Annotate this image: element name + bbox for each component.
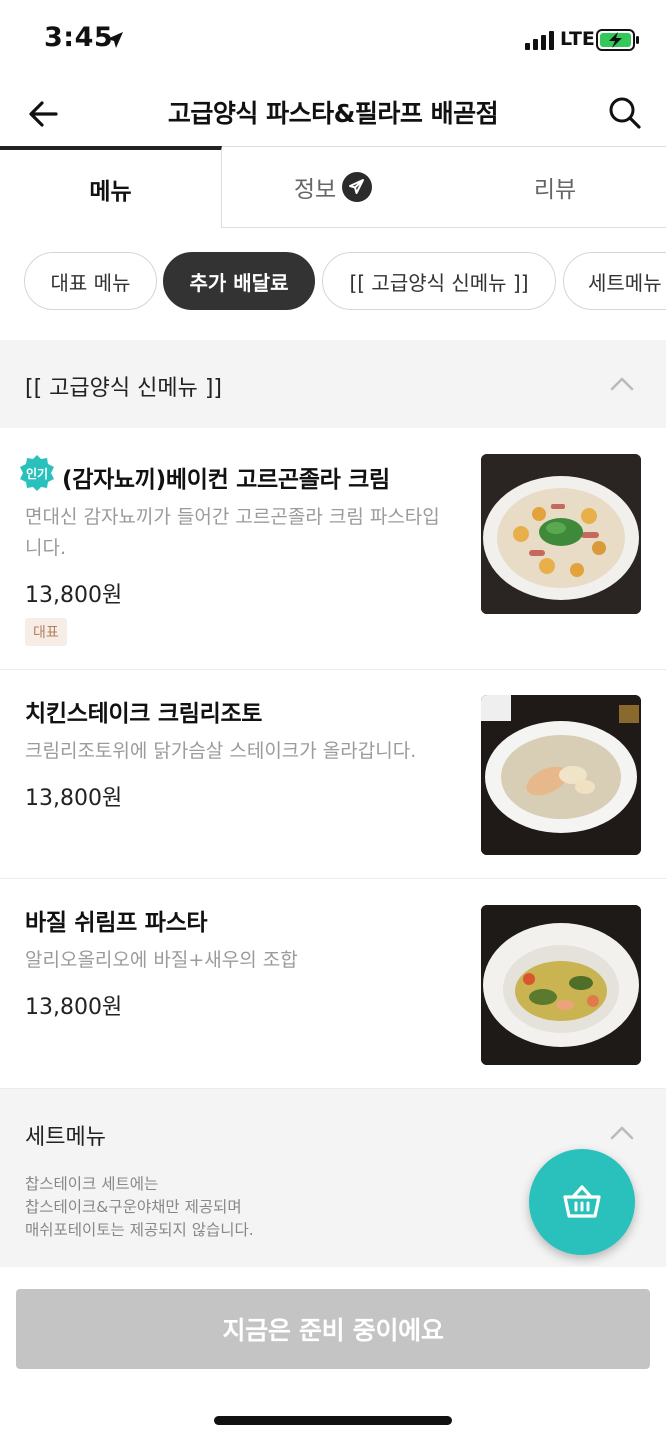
- menu-item-description: 크림리조토위에 닭가슴살 스테이크가 올라갑니다.: [25, 740, 417, 762]
- tab-menu-label: 메뉴: [89, 179, 132, 205]
- store-tabs: 메뉴 정보 리뷰: [0, 146, 666, 228]
- chip-new-menu[interactable]: [[ 고급양식 신메뉴 ]]: [322, 252, 556, 310]
- chip-representative-menu[interactable]: 대표 메뉴: [24, 252, 157, 310]
- status-bar: 3:45 LTE: [0, 0, 666, 80]
- popular-badge-label: 인기: [25, 467, 49, 481]
- menu-item-photo: [481, 905, 641, 1065]
- menu-item-name: (감자뇨끼)베이컨 고르곤졸라 크림: [62, 467, 390, 493]
- battery-charging-icon: [596, 29, 639, 51]
- search-button[interactable]: [602, 90, 650, 138]
- status-time: 3:45: [44, 22, 114, 53]
- menu-item-description: 면대신 감자뇨끼가 들어간 고르곤졸라 크림 파스타입니다.: [25, 506, 440, 559]
- section-header-new-menu[interactable]: [[ 고급양식 신메뉴 ]]: [0, 340, 666, 428]
- menu-item[interactable]: 치킨스테이크 크림리조토 크림리조토위에 닭가슴살 스테이크가 올라갑니다. 1…: [0, 670, 666, 879]
- menu-item-price: 13,800원: [25, 786, 123, 811]
- menu-item[interactable]: 바질 쉬림프 파스타 알리오올리오에 바질+새우의 조합 13,800원: [0, 879, 666, 1089]
- representative-tag: 대표: [25, 618, 67, 646]
- set-menu-title: 세트메뉴: [25, 1125, 106, 1150]
- search-icon: [609, 97, 641, 129]
- chip-set-menu[interactable]: 세트메뉴: [563, 252, 666, 310]
- tab-info[interactable]: 정보: [222, 146, 444, 228]
- chevron-up-icon: [610, 1126, 634, 1140]
- menu-item-name: 바질 쉬림프 파스타: [25, 910, 208, 936]
- tab-review-label: 리뷰: [533, 177, 577, 203]
- location-arrow-icon: [107, 32, 123, 48]
- set-menu-note-line: 찹스테이크 세트에는: [25, 1175, 159, 1193]
- tab-review[interactable]: 리뷰: [444, 146, 666, 228]
- tab-menu[interactable]: 메뉴: [0, 146, 222, 228]
- category-chips: 대표 메뉴 추가 배달료 [[ 고급양식 신메뉴 ]] 세트메뉴: [0, 228, 666, 340]
- menu-item[interactable]: 인기 (감자뇨끼)베이컨 고르곤졸라 크림 면대신 감자뇨끼가 들어간 고르곤졸…: [0, 428, 666, 670]
- menu-item-photo: [481, 695, 641, 855]
- section-title: [[ 고급양식 신메뉴 ]]: [25, 376, 222, 401]
- chip-extra-delivery-fee[interactable]: 추가 배달료: [163, 252, 315, 310]
- menu-item-description: 알리오올리오에 바질+새우의 조합: [25, 949, 298, 971]
- set-menu-note-line: 찹스테이크&구운야채만 제공되며: [25, 1198, 242, 1216]
- chevron-up-icon: [610, 377, 634, 391]
- network-type: LTE: [560, 28, 595, 50]
- home-indicator: [214, 1416, 452, 1425]
- menu-item-name: 치킨스테이크 크림리조토: [25, 701, 263, 727]
- set-menu-note: 찹스테이크 세트에는 찹스테이크&구운야채만 제공되며 매쉬포테이토는 제공되지…: [25, 1173, 254, 1242]
- cart-button[interactable]: [529, 1149, 635, 1255]
- set-menu-note-line: 매쉬포테이토는 제공되지 않습니다.: [25, 1221, 254, 1239]
- telegram-icon: [342, 172, 373, 202]
- bottom-bar: 지금은 준비 중이에요: [0, 1267, 666, 1440]
- order-button[interactable]: 지금은 준비 중이에요: [16, 1289, 650, 1369]
- menu-item-photo: [481, 454, 641, 614]
- menu-item-price: 13,800원: [25, 995, 123, 1020]
- store-title: 고급양식 파스타&필라프 배곧점: [167, 99, 499, 128]
- tab-info-label: 정보: [293, 177, 337, 203]
- signal-icon: [525, 31, 554, 50]
- store-header: 고급양식 파스타&필라프 배곧점: [0, 80, 666, 146]
- basket-icon: [563, 1185, 601, 1218]
- menu-item-price: 13,800원: [25, 583, 123, 608]
